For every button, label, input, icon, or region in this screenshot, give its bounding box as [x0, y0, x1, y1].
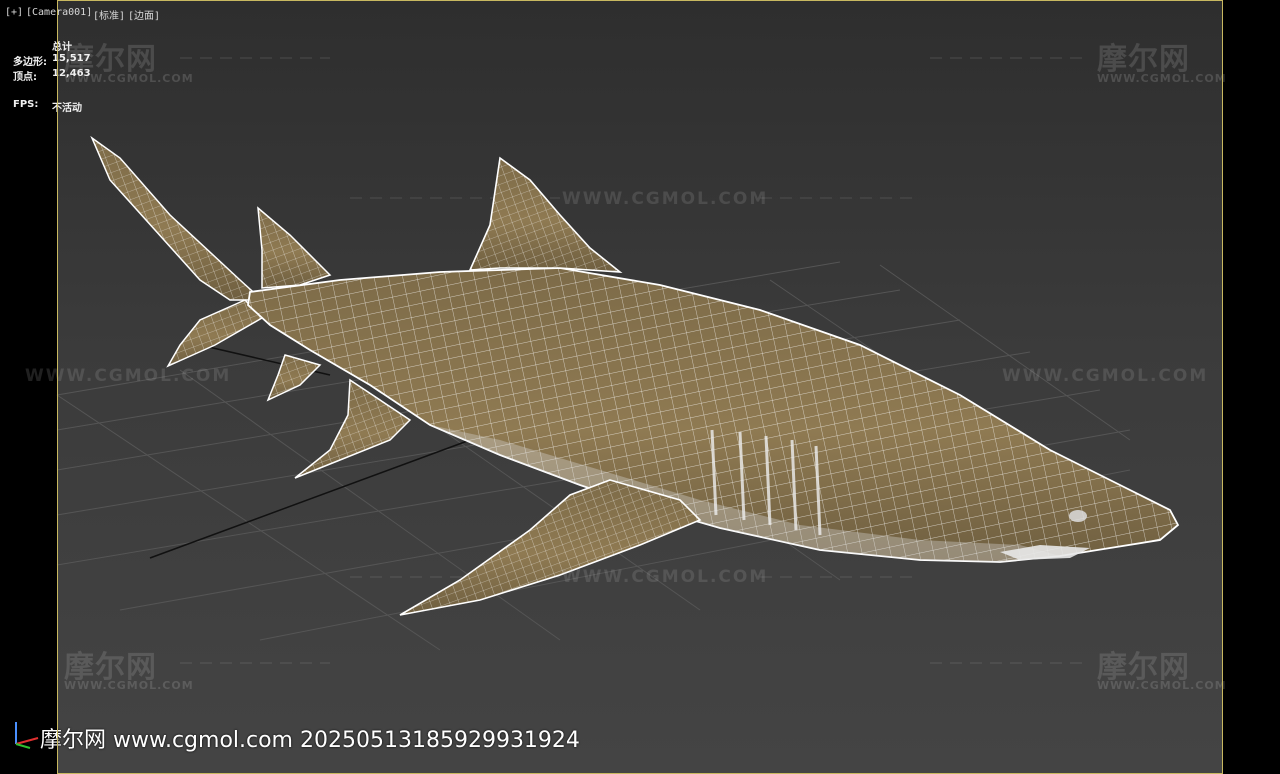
viewport-camera-label[interactable]: [Camera001] [26, 7, 92, 18]
stats-polygons-value: 15,517 [52, 53, 91, 64]
stats-polygons-label: 多边形: [13, 57, 47, 68]
watermark-url: WWW.CGMOL.COM [1002, 366, 1209, 386]
stats-total-label: 总计 [52, 42, 72, 53]
watermark-brand-url: WWW.CGMOL.COM [1097, 72, 1227, 85]
watermark-url: WWW.CGMOL.COM [25, 366, 232, 386]
stats-fps-value: 不活动 [52, 103, 82, 114]
footer-watermark: 摩尔网 www.cgmol.com 20250513185929931924 [40, 728, 580, 753]
stats-vertices-label: 顶点: [13, 72, 37, 83]
watermark-brand-url: WWW.CGMOL.COM [1097, 679, 1227, 692]
watermark-url: WWW.CGMOL.COM [562, 189, 769, 209]
axis-gizmo-icon[interactable] [8, 716, 42, 750]
viewport-shading-label[interactable]: [标准] [93, 7, 125, 22]
shark-eye [1069, 510, 1087, 522]
viewport-scene[interactable] [0, 0, 1280, 774]
watermark-url: WWW.CGMOL.COM [562, 567, 769, 587]
stats-vertices-value: 12,463 [52, 68, 91, 79]
viewport-display-mode-label[interactable]: [边面] [128, 7, 160, 22]
stats-fps-label: FPS: [13, 99, 39, 110]
viewport-menu-plus[interactable]: [+] [5, 7, 23, 18]
watermark-brand-url: WWW.CGMOL.COM [64, 679, 194, 692]
viewport-camera001[interactable]: 摩尔网 WWW.CGMOL.COM 摩尔网 WWW.CGMOL.COM 摩尔网 … [0, 0, 1280, 774]
